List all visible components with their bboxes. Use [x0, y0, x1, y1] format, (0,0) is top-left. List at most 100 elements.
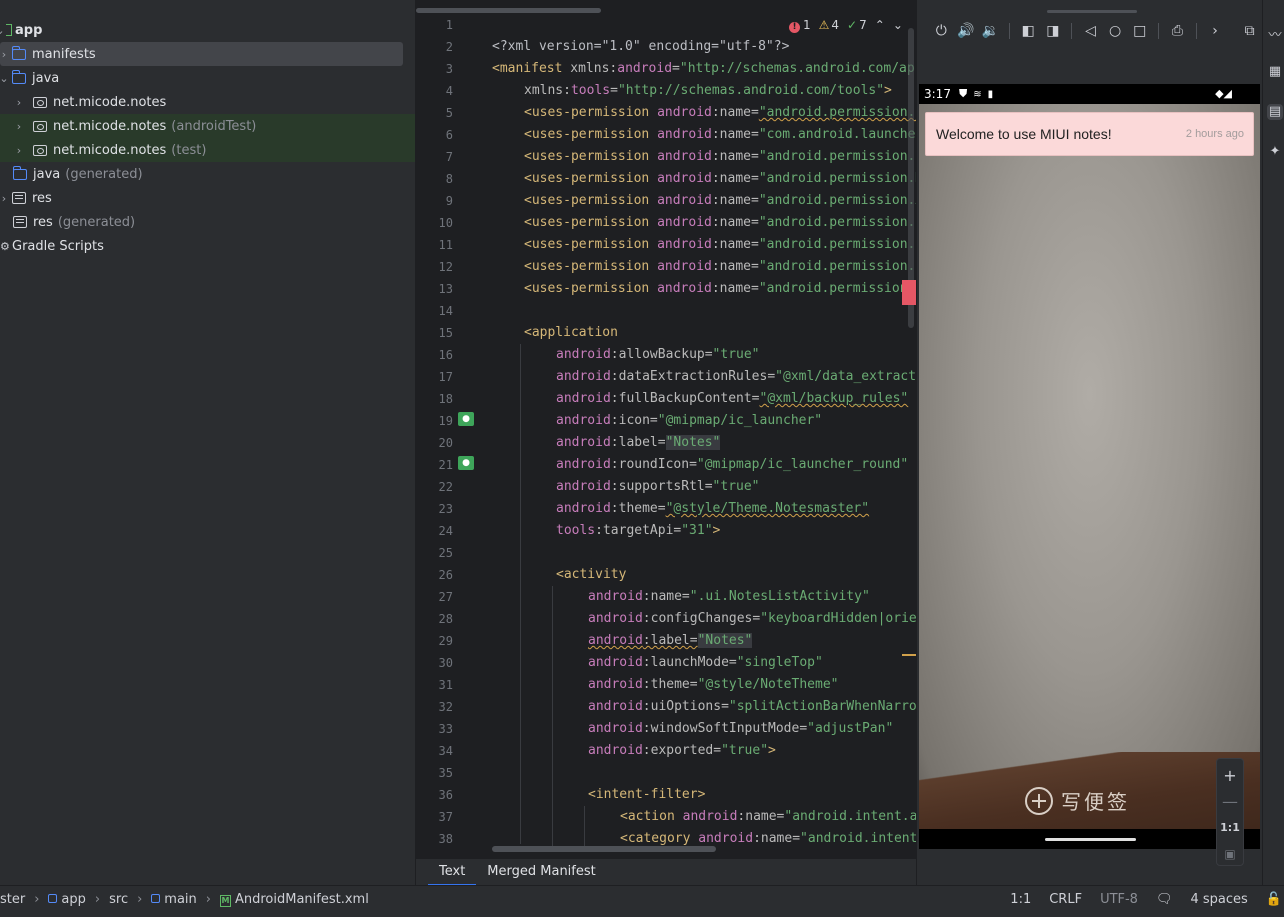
tree-item-manifests[interactable]: › manifests: [0, 42, 403, 66]
code-token: "android.permission.RECEIVE_BOOT_COMPLET…: [758, 259, 916, 274]
warning-stripe-marker[interactable]: [902, 654, 916, 656]
chevron-right-icon[interactable]: ›: [11, 96, 27, 109]
home-gesture-pill[interactable]: [1045, 838, 1136, 841]
volume-down-icon[interactable]: 🔉: [978, 23, 1003, 39]
note-list-item[interactable]: Welcome to use MIUI notes! 2 hours ago: [925, 112, 1254, 156]
home-icon[interactable]: ○: [1103, 23, 1128, 39]
new-note-bar[interactable]: 写便签: [919, 752, 1260, 829]
line-separator[interactable]: CRLF: [1049, 892, 1082, 907]
tab-text[interactable]: Text: [428, 859, 477, 886]
tree-item-package-test[interactable]: › net.micode.notes (test): [0, 138, 415, 162]
code-line: android:roundIcon="@mipmap/ic_launcher_r…: [416, 454, 916, 476]
comment-icon[interactable]: 🗨: [1156, 892, 1173, 907]
code-token: android: [588, 589, 643, 604]
editor-top-scrollbar[interactable]: [416, 8, 601, 13]
editor-horizontal-scrollbar[interactable]: [492, 846, 716, 852]
note-modified-time: 2 hours ago: [1185, 128, 1244, 140]
code-token: <application: [524, 325, 618, 340]
analytics-icon[interactable]: 〰: [1267, 24, 1283, 43]
tree-item-java-generated[interactable]: java (generated): [0, 162, 415, 186]
note-title: Welcome to use MIUI notes!: [936, 126, 1112, 142]
chevron-right-icon[interactable]: ›: [0, 48, 12, 61]
rotate-right-icon[interactable]: ◨: [1041, 23, 1066, 39]
chevron-up-icon[interactable]: ⌃: [875, 18, 885, 32]
tree-item-java[interactable]: ⌄ java: [0, 66, 415, 90]
code-token: "android.permission.GET_ACCOUNTS": [758, 215, 916, 230]
chevron-right-icon[interactable]: ›: [0, 192, 12, 205]
code-token: android: [556, 391, 611, 406]
chevron-right-icon: ›: [205, 892, 211, 907]
toolbar-separator: [1195, 23, 1197, 39]
warning-count[interactable]: ⚠ 4: [819, 18, 839, 32]
code-line: android:label="Notes": [416, 432, 916, 454]
tree-item-app[interactable]: ⌄ app: [0, 18, 415, 42]
status-time: 3:17: [924, 87, 951, 101]
error-count-value: 1: [803, 17, 811, 32]
rotate-left-icon[interactable]: ◧: [1016, 23, 1041, 39]
tree-item-gradle-scripts[interactable]: ⚙ Gradle Scripts: [0, 234, 415, 258]
breadcrumb-item[interactable]: M AndroidManifest.xml: [219, 892, 369, 907]
chevron-down-icon[interactable]: ⌄: [0, 72, 12, 85]
indent-setting[interactable]: 4 spaces: [1190, 892, 1247, 907]
tree-item-suffix: (generated): [57, 214, 136, 230]
code-token: android: [556, 347, 611, 362]
breadcrumb-item[interactable]: src: [109, 892, 128, 907]
notes-list-screen[interactable]: Welcome to use MIUI notes! 2 hours ago 写…: [919, 104, 1260, 829]
tree-item-suffix: (androidTest): [171, 118, 257, 134]
lock-icon[interactable]: 🔓: [1266, 892, 1282, 907]
zoom-in-button[interactable]: +: [1217, 763, 1243, 789]
breadcrumb-item[interactable]: ster: [0, 892, 25, 907]
error-stripe-marker[interactable]: [902, 280, 916, 305]
android-nav-bar: [919, 829, 1260, 849]
chevron-right-icon[interactable]: ›: [11, 144, 27, 157]
tree-item-label: Gradle Scripts: [12, 238, 104, 254]
new-note-button[interactable]: 写便签: [1025, 786, 1130, 815]
chevron-right-icon: ›: [94, 892, 101, 907]
volume-up-icon[interactable]: 🔊: [954, 23, 979, 39]
inspection-widget[interactable]: ! 1 ⚠ 4 ✓ 7 ⌃ ⌄: [783, 14, 909, 36]
device-manager-icon[interactable]: ▦: [1267, 64, 1283, 80]
overview-icon[interactable]: □: [1127, 23, 1152, 39]
code-token: android: [657, 237, 712, 252]
zoom-actual-size-button[interactable]: 1:1: [1217, 815, 1243, 841]
code-line: <uses-permission android:name="android.p…: [416, 234, 916, 256]
panel-drag-handle[interactable]: [1047, 10, 1137, 13]
tree-item-suffix: (generated): [65, 166, 143, 182]
device-screen[interactable]: 3:17 ⛊ ≋ ▮ ◆◢ Welcome to use MIUI notes!…: [919, 84, 1260, 849]
code-token: "@xml/backup_rules": [759, 391, 909, 406]
chevron-right-icon[interactable]: ›: [1203, 23, 1228, 39]
snapshot-icon[interactable]: ⎙: [1165, 23, 1190, 39]
chevron-right-icon[interactable]: ›: [11, 120, 27, 133]
breadcrumb-item[interactable]: app: [48, 892, 86, 907]
power-icon[interactable]: ⏻: [929, 23, 954, 39]
tree-item-res-generated[interactable]: res (generated): [0, 210, 415, 234]
breadcrumb: ster › app › src › main › M AndroidManife…: [0, 892, 369, 907]
code-token: :label=: [642, 633, 698, 648]
tree-item-package-androidtest[interactable]: › net.micode.notes (androidTest): [0, 114, 415, 138]
android-status-bar: 3:17 ⛊ ≋ ▮ ◆◢: [919, 84, 1260, 104]
code-token: :icon=: [610, 413, 658, 428]
code-editor[interactable]: 1 2 3 4 5 6 7 8 9 10 11 12 13 14 15 16 17 18 19 20 21 22 23 24 2…: [416, 0, 916, 858]
code-token: "adjustPan": [807, 721, 894, 736]
res-folder-icon: [13, 216, 27, 228]
zoom-fit-icon[interactable]: ▣: [1217, 841, 1243, 867]
tree-item-res[interactable]: › res: [0, 186, 415, 210]
code-token: :name=: [642, 589, 690, 604]
typo-count-value: 7: [859, 18, 867, 32]
typo-count[interactable]: ✓ 7: [847, 18, 867, 32]
file-encoding[interactable]: UTF-8: [1100, 892, 1138, 907]
back-icon[interactable]: ◁: [1078, 23, 1103, 39]
tree-item-package-main[interactable]: › net.micode.notes: [0, 90, 415, 114]
caret-position[interactable]: 1:1: [1010, 892, 1031, 907]
ai-assistant-icon[interactable]: ✦: [1267, 144, 1283, 160]
chevron-down-icon[interactable]: ⌄: [893, 18, 903, 32]
mirror-icon[interactable]: ⧉: [1237, 23, 1262, 39]
zoom-out-button[interactable]: —: [1217, 789, 1243, 815]
tab-merged-manifest[interactable]: Merged Manifest: [476, 859, 606, 886]
running-devices-icon[interactable]: ▤: [1267, 104, 1283, 120]
breadcrumb-item[interactable]: main: [151, 892, 197, 907]
code-token: android: [556, 457, 611, 472]
error-count[interactable]: ! 1: [789, 18, 811, 33]
code-token: :fullBackupContent=: [610, 391, 760, 406]
code-token: :theme=: [642, 677, 698, 692]
